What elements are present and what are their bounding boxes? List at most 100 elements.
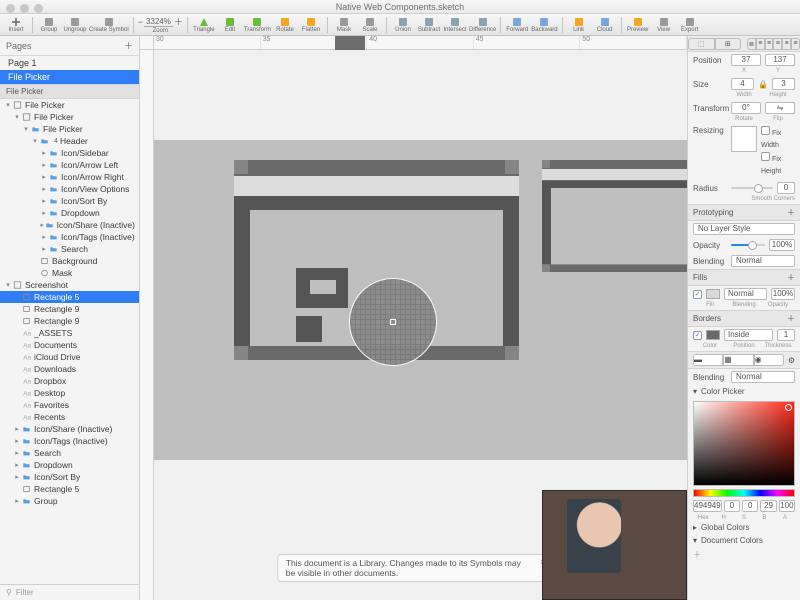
layer-row[interactable]: ▸Group: [0, 495, 139, 507]
layer-row[interactable]: Aa_ASSETS: [0, 327, 139, 339]
layer-row[interactable]: ▸Icon/Arrow Right: [0, 171, 139, 183]
layer-row[interactable]: AaDesktop: [0, 387, 139, 399]
layer-list[interactable]: ▾File Picker▾File Picker▾File Picker▾4He…: [0, 99, 139, 584]
checkbox-fill[interactable]: [693, 290, 702, 299]
toolbar-ungroup[interactable]: Ungroup: [63, 15, 87, 35]
artwork-file-picker[interactable]: [234, 160, 519, 360]
toolbar-link[interactable]: Link: [567, 15, 591, 35]
toolbar-mask[interactable]: Mask: [332, 15, 356, 35]
layer-row[interactable]: Mask: [0, 267, 139, 279]
field-radius[interactable]: 0: [777, 182, 795, 194]
layer-row[interactable]: ▸Icon/Arrow Left: [0, 159, 139, 171]
disclosure-icon[interactable]: ▸: [13, 449, 21, 457]
layer-row[interactable]: ▸Icon/Sort By: [0, 195, 139, 207]
document-colors[interactable]: Document Colors: [701, 536, 763, 545]
toolbar-union[interactable]: Union: [391, 15, 415, 35]
field-border-thickness[interactable]: 1: [777, 329, 795, 341]
canvas[interactable]: 3035404550: [140, 36, 687, 600]
add-icon[interactable]: ＋: [787, 272, 795, 283]
section-fills[interactable]: Fills: [693, 273, 707, 282]
checkbox-fix-height[interactable]: [761, 152, 770, 161]
section-borders[interactable]: Borders: [693, 314, 721, 323]
dropdown-border-pos[interactable]: Inside: [724, 329, 773, 341]
toolbar-difference[interactable]: Difference: [469, 15, 496, 35]
inspector-tabs[interactable]: ⬚⊞ ≣≡≡≡≡≡: [688, 36, 800, 52]
toolbar-insert[interactable]: Insert: [4, 15, 28, 35]
layer-row[interactable]: ▸Icon/Tags (Inactive): [0, 231, 139, 243]
toolbar-group[interactable]: Group: [37, 15, 61, 35]
color-picker[interactable]: [693, 401, 795, 486]
section-prototyping[interactable]: Prototyping: [693, 208, 733, 217]
disclosure-icon[interactable]: ▸: [40, 185, 48, 193]
field-y[interactable]: 137: [765, 54, 795, 66]
field-x[interactable]: 37: [731, 54, 761, 66]
toolbar-edit[interactable]: Edit: [218, 15, 242, 35]
toolbar-cloud[interactable]: Cloud: [593, 15, 617, 35]
toolbar-scale[interactable]: Scale: [358, 15, 382, 35]
disclosure-icon[interactable]: ▾: [4, 101, 12, 109]
disclosure-icon[interactable]: ▸: [40, 209, 48, 217]
disclosure-icon[interactable]: ▾: [31, 137, 39, 145]
layer-row[interactable]: ▾4Header: [0, 135, 139, 147]
disclosure-icon[interactable]: ▸: [40, 197, 48, 205]
layer-row[interactable]: AaDocuments: [0, 339, 139, 351]
layer-row[interactable]: ▸Icon/Sort By: [0, 471, 139, 483]
layer-row[interactable]: Rectangle 9: [0, 315, 139, 327]
field-b[interactable]: 29: [760, 500, 776, 512]
field-width[interactable]: 4: [731, 78, 754, 90]
toolbar-transform[interactable]: Transform: [244, 15, 271, 35]
layer-row[interactable]: ▸Dropdown: [0, 207, 139, 219]
toolbar-create-symbol[interactable]: Create Symbol: [89, 15, 129, 35]
disclosure-icon[interactable]: ▸: [40, 233, 48, 241]
global-colors[interactable]: Global Colors: [701, 523, 749, 532]
dropdown-fill-blend[interactable]: Normal: [724, 288, 767, 300]
field-s[interactable]: 0: [742, 500, 758, 512]
layer-row[interactable]: AaDownloads: [0, 363, 139, 375]
filter-bar[interactable]: ⚲ Filter: [0, 584, 139, 600]
window-controls[interactable]: [6, 4, 43, 13]
color-picker-title[interactable]: Color Picker: [701, 387, 745, 396]
toolbar-flatten[interactable]: Flatten: [299, 15, 323, 35]
gear-icon[interactable]: ⚙: [788, 356, 795, 365]
layer-row[interactable]: AaiCloud Drive: [0, 351, 139, 363]
disclosure-icon[interactable]: ▸: [13, 425, 21, 433]
page-item[interactable]: File Picker: [0, 70, 139, 84]
disclosure-icon[interactable]: ▸: [40, 149, 48, 157]
layer-row[interactable]: ▸Icon/Share (Inactive): [0, 219, 139, 231]
layer-row[interactable]: ▾Screenshot: [0, 279, 139, 291]
zoom-control[interactable]: −3324%＋Zoom: [138, 15, 183, 35]
toolbar-view[interactable]: View: [652, 15, 676, 35]
layer-row[interactable]: Rectangle 5: [0, 483, 139, 495]
slider-opacity[interactable]: [731, 244, 765, 246]
disclosure-icon[interactable]: ▸: [13, 497, 21, 505]
disclosure-icon[interactable]: ▾: [22, 125, 30, 133]
toolbar-backward[interactable]: Backward: [531, 15, 557, 35]
artwork-file-picker-2[interactable]: [542, 160, 687, 360]
field-rotate[interactable]: 0°: [731, 102, 761, 114]
disclosure-icon[interactable]: ▸: [40, 173, 48, 181]
dropdown-layer-style[interactable]: No Layer Style: [693, 223, 795, 235]
layer-row[interactable]: AaFavorites: [0, 399, 139, 411]
layer-row[interactable]: Rectangle 5: [0, 291, 139, 303]
layer-row[interactable]: ▸Icon/Tags (Inactive): [0, 435, 139, 447]
disclosure-icon[interactable]: ▸: [40, 161, 48, 169]
toolbar-forward[interactable]: Forward: [505, 15, 529, 35]
layer-row[interactable]: ▾File Picker: [0, 123, 139, 135]
disclosure-icon[interactable]: ▾: [4, 281, 12, 289]
disclosure-icon[interactable]: ▸: [13, 461, 21, 469]
page-item[interactable]: Page 1: [0, 56, 139, 70]
layer-row[interactable]: ▸Icon/View Options: [0, 183, 139, 195]
dropdown-blending[interactable]: Normal: [731, 255, 795, 267]
add-icon[interactable]: ＋: [787, 207, 795, 218]
slider-radius[interactable]: [731, 187, 773, 189]
layer-row[interactable]: AaDropbox: [0, 375, 139, 387]
disclosure-icon[interactable]: ▾: [13, 113, 21, 121]
toolbar-intersect[interactable]: Intersect: [443, 15, 467, 35]
disclosure-icon[interactable]: ▸: [13, 437, 21, 445]
layer-row[interactable]: Rectangle 9: [0, 303, 139, 315]
toolbar-subtract[interactable]: Subtract: [417, 15, 441, 35]
layer-row[interactable]: ▾File Picker: [0, 99, 139, 111]
toolbar-triangle[interactable]: Triangle: [192, 15, 216, 35]
layer-row[interactable]: ▸Dropdown: [0, 459, 139, 471]
field-h[interactable]: 0: [724, 500, 740, 512]
